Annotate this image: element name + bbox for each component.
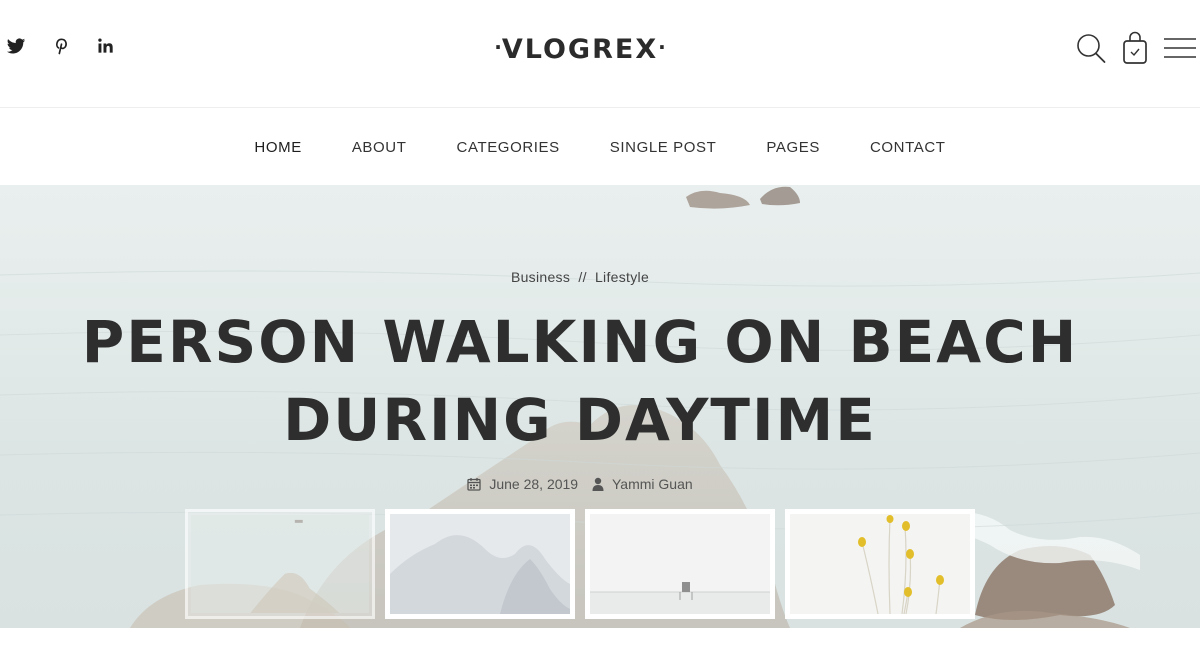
nav-home[interactable]: HOME	[254, 139, 301, 156]
post-date-text: June 28, 2019	[489, 476, 579, 492]
header-tools	[1060, 31, 1196, 65]
thumbnail-image-mountains	[390, 514, 570, 614]
calendar-icon	[467, 478, 481, 491]
nav-pages[interactable]: PAGES	[766, 139, 820, 156]
post-author[interactable]: Yammi Guan	[592, 476, 693, 492]
thumbnail-image-pier	[590, 514, 770, 614]
category-lifestyle-link[interactable]: Lifestyle	[595, 269, 649, 285]
thumbnail-image-coast	[191, 515, 369, 613]
category-business-link[interactable]: Business	[511, 269, 570, 285]
thumbnail-slide-3[interactable]	[585, 509, 775, 619]
post-meta: June 28, 2019 Yammi Guan	[0, 476, 1160, 494]
post-title[interactable]: PERSON WALKING ON BEACH DURING DAYTIME	[0, 303, 1160, 459]
user-icon	[592, 477, 604, 491]
post-categories: Business // Lifestyle	[0, 269, 1160, 285]
hamburger-menu-icon[interactable]	[1164, 35, 1196, 61]
search-icon[interactable]	[1076, 32, 1106, 64]
thumbnail-slide-4[interactable]	[785, 509, 975, 619]
post-title-line-1: PERSON WALKING ON BEACH	[81, 308, 1079, 376]
shopping-bag-icon[interactable]	[1122, 31, 1148, 65]
thumbnail-slide-2[interactable]	[385, 509, 575, 619]
nav-about[interactable]: ABOUT	[352, 139, 407, 156]
thumbnail-image-yellow-flowers	[790, 514, 970, 614]
category-separator: //	[578, 269, 587, 285]
thumbnail-slide-1[interactable]	[185, 509, 375, 619]
logo-dot-left: ·	[494, 35, 502, 59]
logo-text: VLOGREX	[501, 34, 659, 65]
post-author-text: Yammi Guan	[611, 476, 693, 492]
post-date: June 28, 2019	[467, 476, 578, 492]
site-logo[interactable]: ·VLOGREX·	[0, 34, 1160, 65]
hero-content: Business // Lifestyle PERSON WALKING ON …	[0, 185, 1200, 628]
post-thumbnail-slider	[185, 509, 985, 619]
nav-categories[interactable]: CATEGORIES	[457, 139, 560, 156]
logo-dot-right: ·	[658, 35, 666, 59]
nav-contact[interactable]: CONTACT	[870, 139, 946, 156]
page-content-top	[0, 628, 1200, 650]
post-title-line-2: DURING DAYTIME	[283, 386, 877, 454]
nav-single-post[interactable]: SINGLE POST	[610, 139, 717, 156]
hero-banner: Business // Lifestyle PERSON WALKING ON …	[0, 185, 1200, 628]
main-nav: HOME ABOUT CATEGORIES SINGLE POST PAGES …	[0, 109, 1200, 185]
site-header: ·VLOGREX·	[0, 0, 1200, 108]
